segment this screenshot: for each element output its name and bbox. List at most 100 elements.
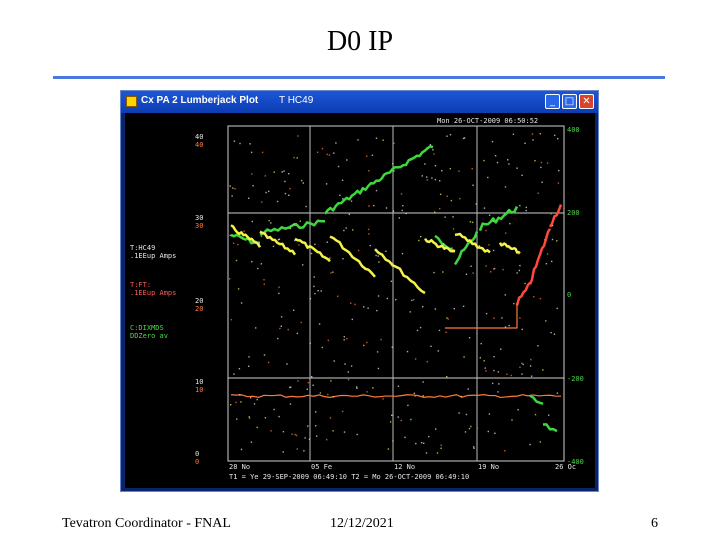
scatter-dot — [264, 417, 267, 419]
scatter-dot — [343, 431, 346, 433]
scatter-dot — [347, 378, 350, 381]
scatter-dot — [506, 373, 508, 375]
maximize-button[interactable]: □ — [562, 94, 577, 109]
scatter-dot — [315, 411, 317, 413]
scatter-dot — [377, 255, 379, 257]
scatter-dot — [232, 187, 234, 189]
scatter-dot — [397, 416, 399, 418]
scatter-dot — [473, 446, 475, 448]
scatter-dot — [472, 184, 474, 186]
scatter-dot — [534, 160, 536, 162]
yellow-trace-segment — [294, 237, 331, 263]
scatter-dot — [281, 171, 283, 173]
scatter-dot — [239, 394, 241, 396]
scatter-dot — [385, 207, 388, 209]
scatter-dot — [390, 280, 393, 282]
legend-label: T:FT: — [130, 281, 151, 289]
scatter-dot — [434, 165, 437, 167]
scatter-dot — [343, 229, 345, 232]
scatter-dot — [366, 155, 368, 157]
scatter-dot — [406, 350, 409, 353]
scatter-dot — [277, 337, 279, 340]
scatter-dot — [471, 221, 474, 224]
scatter-dot — [257, 244, 259, 246]
scatter-dot — [368, 205, 370, 207]
scatter-dot — [267, 361, 270, 364]
scatter-dot — [237, 243, 239, 246]
scatter-dot — [440, 444, 442, 446]
scatter-dot — [521, 362, 523, 365]
scatter-dot — [516, 167, 518, 169]
scatter-dot — [290, 386, 292, 388]
scatter-dot — [343, 339, 345, 341]
scatter-dot — [317, 290, 319, 292]
minimize-button[interactable]: _ — [545, 94, 560, 109]
green-trace-segment — [259, 219, 326, 236]
scatter-dot — [366, 391, 368, 393]
scatter-dot — [488, 244, 490, 246]
green-trace-segment — [529, 394, 544, 405]
scatter-dot — [316, 435, 318, 437]
scatter-dot — [493, 317, 495, 319]
scatter-dot — [393, 142, 395, 144]
scatter-dot — [280, 325, 282, 327]
scatter-dot — [502, 268, 504, 271]
scatter-dot — [452, 228, 455, 230]
scatter-dot — [350, 200, 353, 202]
scatter-dot — [347, 371, 349, 373]
scatter-dot — [525, 206, 527, 209]
scatter-dot — [367, 228, 370, 231]
scatter-dot — [280, 316, 283, 318]
scatter-dot — [500, 348, 502, 350]
scatter-dot — [302, 264, 304, 266]
scatter-dot — [261, 151, 264, 154]
scatter-dot — [551, 238, 554, 241]
footer-date: 12/12/2021 — [330, 516, 394, 531]
scatter-dot — [238, 368, 241, 370]
scatter-dot — [411, 299, 413, 302]
scatter-dot — [541, 181, 543, 183]
scatter-dot — [320, 290, 322, 292]
scatter-dot — [260, 263, 263, 265]
scatter-dot — [449, 168, 451, 170]
scatter-dot — [497, 391, 499, 393]
scatter-dot — [540, 161, 543, 164]
scatter-dot — [368, 170, 370, 172]
scatter-dot — [300, 321, 302, 324]
scatter-dot — [524, 282, 526, 285]
window-titlebar[interactable]: Cx PA 2 Lumberjack Plot T HC49 _ □ ✕ — [121, 91, 598, 113]
scatter-dot — [508, 324, 510, 327]
scatter-dot — [426, 361, 429, 363]
scatter-dot — [508, 163, 510, 165]
scatter-dot — [546, 162, 549, 164]
scatter-dot — [391, 414, 393, 416]
scatter-dot — [351, 318, 353, 321]
close-button[interactable]: ✕ — [579, 94, 594, 109]
scatter-dot — [229, 234, 231, 237]
scatter-dot — [517, 409, 519, 411]
scatter-dot — [293, 156, 295, 159]
x-tick-label: 12 No — [394, 463, 415, 471]
scatter-dot — [446, 135, 448, 137]
scatter-dot — [341, 410, 344, 413]
scatter-dot — [493, 268, 495, 270]
scatter-dot — [319, 392, 322, 394]
scatter-dot — [519, 317, 521, 319]
scatter-dot — [283, 170, 285, 172]
lumberjack-plot[interactable]: Mon 26-OCT-2009 06:50:52 40 40 30 30 20 … — [125, 113, 595, 488]
scatter-dot — [342, 198, 344, 200]
scatter-dot — [422, 306, 424, 308]
scatter-dot — [326, 153, 328, 156]
scatter-dot — [439, 180, 441, 182]
scatter-dot — [256, 398, 258, 401]
scatter-dot — [545, 320, 547, 322]
scatter-dot — [434, 308, 437, 310]
scatter-dot — [327, 339, 329, 342]
scatter-dot — [269, 237, 271, 240]
scatter-dot — [519, 264, 521, 267]
legend-label: C:DIXMDS — [130, 324, 164, 332]
scatter-dot — [392, 210, 395, 212]
scatter-dot — [530, 358, 532, 361]
scatter-dot — [294, 433, 296, 436]
scatter-dot — [539, 441, 541, 443]
